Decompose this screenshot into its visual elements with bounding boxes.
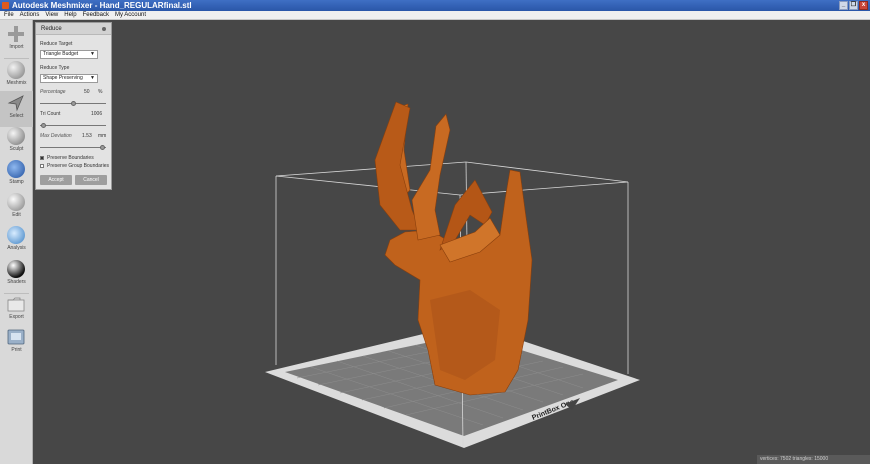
chevron-down-icon: ▼ (90, 75, 95, 81)
max-deviation-slider[interactable] (40, 147, 106, 148)
max-deviation-label: Max Deviation (40, 133, 72, 139)
cancel-button[interactable]: Cancel (75, 175, 107, 185)
tri-count-slider[interactable] (40, 125, 106, 126)
max-deviation-value[interactable]: 1.53 (82, 133, 92, 139)
tri-count-slider-handle[interactable] (40, 123, 46, 128)
reduce-type-select[interactable]: Shape Preserving ▼ (40, 74, 98, 83)
percentage-label: Percentage (40, 89, 66, 95)
status-bar: vertices: 7502 triangles: 15000 (757, 455, 870, 464)
percentage-slider-handle[interactable] (70, 101, 76, 106)
reduce-target-value: Triangle Budget (43, 51, 79, 57)
hand-ring-finger (411, 113, 451, 241)
preserve-group-boundaries-checkbox[interactable] (40, 164, 44, 168)
reduce-target-label: Reduce Target (40, 41, 73, 47)
tri-count-value[interactable]: 1006 (91, 111, 102, 117)
preserve-boundaries-label: Preserve Boundaries (47, 155, 94, 161)
max-deviation-unit: mm (98, 133, 107, 139)
reduce-panel: Reduce Reduce Target Triangle Budget ▼ R… (35, 22, 112, 190)
percentage-unit: % (98, 89, 103, 95)
accept-button[interactable]: Accept (40, 175, 72, 185)
scene-graphics: PrintBox One (265, 101, 640, 448)
preserve-group-boundaries-label: Preserve Group Boundaries (47, 163, 109, 169)
preserve-boundaries-checkbox[interactable] (40, 156, 44, 160)
reduce-type-label: Reduce Type (40, 65, 70, 71)
chevron-down-icon: ▼ (90, 51, 95, 57)
tri-count-label: Tri Count (40, 111, 61, 117)
percentage-value[interactable]: 50 (84, 89, 90, 95)
reduce-panel-header: Reduce (36, 23, 111, 35)
panel-title: Reduce (41, 26, 62, 32)
reduce-target-select[interactable]: Triangle Budget ▼ (40, 50, 98, 59)
max-deviation-slider-handle[interactable] (100, 145, 106, 150)
reduce-type-value: Shape Preserving (43, 75, 83, 81)
help-icon[interactable] (102, 27, 106, 31)
